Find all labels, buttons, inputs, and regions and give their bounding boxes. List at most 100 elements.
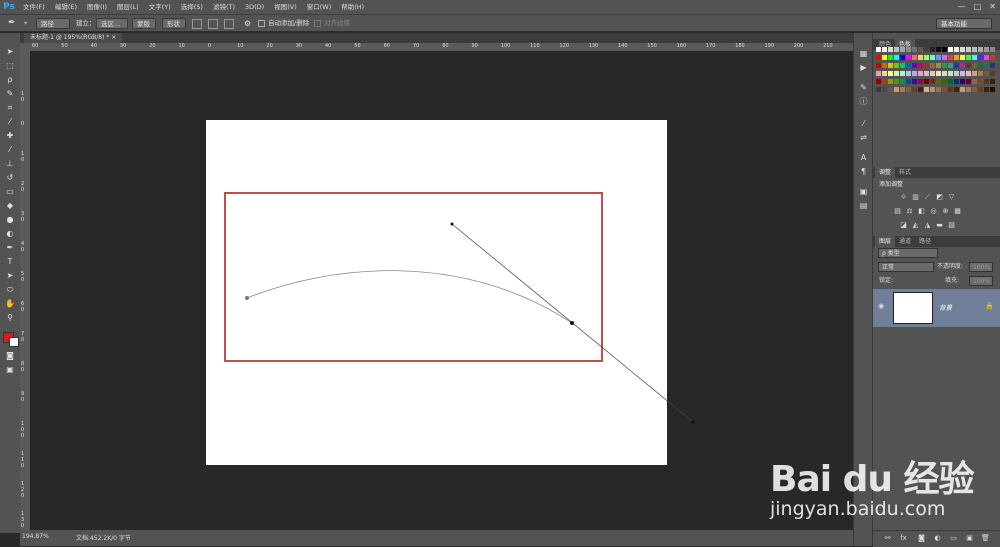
- color-swatch[interactable]: [882, 55, 887, 60]
- color-swatch[interactable]: [978, 55, 983, 60]
- color-swatch[interactable]: [954, 79, 959, 84]
- threshold-icon[interactable]: ◮: [923, 221, 932, 230]
- color-swatch[interactable]: [942, 87, 947, 92]
- color-swatch[interactable]: [906, 87, 911, 92]
- brightness-icon[interactable]: ☼: [899, 193, 908, 202]
- color-swatch[interactable]: [972, 63, 977, 68]
- color-swatch[interactable]: [894, 55, 899, 60]
- color-swatch[interactable]: [882, 47, 887, 52]
- color-swatch[interactable]: [972, 79, 977, 84]
- color-swatch[interactable]: [876, 71, 881, 76]
- color-swatch[interactable]: [960, 79, 965, 84]
- color-swatch[interactable]: [972, 87, 977, 92]
- color-swatch[interactable]: [894, 63, 899, 68]
- color-swatch[interactable]: [918, 63, 923, 68]
- color-swatch[interactable]: [912, 55, 917, 60]
- color-swatch[interactable]: [900, 63, 905, 68]
- color-swatch[interactable]: [966, 71, 971, 76]
- channel-mixer-icon[interactable]: ⊕: [941, 207, 950, 216]
- color-swatch[interactable]: [972, 47, 977, 52]
- color-swatch[interactable]: [876, 87, 881, 92]
- color-swatch[interactable]: [948, 79, 953, 84]
- color-swatch[interactable]: [990, 87, 995, 92]
- color-swatch[interactable]: [930, 87, 935, 92]
- layer-name[interactable]: 背景: [939, 302, 952, 312]
- color-swatch[interactable]: [888, 55, 893, 60]
- history-panel-icon[interactable]: ▦: [858, 49, 869, 59]
- anchor-point-start[interactable]: [245, 296, 249, 300]
- curves-icon[interactable]: ⟋: [923, 193, 932, 202]
- color-swatch[interactable]: [918, 87, 923, 92]
- color-swatch[interactable]: [882, 71, 887, 76]
- fill-field[interactable]: 100%: [969, 276, 993, 286]
- color-swatch[interactable]: [912, 79, 917, 84]
- color-swatch[interactable]: [918, 71, 923, 76]
- color-swatch[interactable]: [876, 47, 881, 52]
- color-swatch[interactable]: [894, 71, 899, 76]
- actions-panel-icon[interactable]: ▶: [858, 63, 869, 73]
- invert-icon[interactable]: ◪: [899, 221, 908, 230]
- color-swatch[interactable]: [888, 47, 893, 52]
- color-swatch[interactable]: [912, 63, 917, 68]
- color-swatch[interactable]: [966, 55, 971, 60]
- color-swatch[interactable]: [948, 63, 953, 68]
- color-swatch[interactable]: [942, 63, 947, 68]
- brush-panel-icon[interactable]: ⁄: [858, 119, 869, 129]
- color-swatch[interactable]: [960, 55, 965, 60]
- color-swatch[interactable]: [954, 55, 959, 60]
- color-swatch[interactable]: [936, 63, 941, 68]
- color-swatch[interactable]: [918, 55, 923, 60]
- color-swatch[interactable]: [912, 87, 917, 92]
- color-swatch[interactable]: [906, 47, 911, 52]
- color-swatch[interactable]: [942, 47, 947, 52]
- color-swatch[interactable]: [888, 87, 893, 92]
- color-swatch[interactable]: [882, 79, 887, 84]
- document-info[interactable]: 文档:452.2K/0 字节: [76, 533, 131, 542]
- vibrance-icon[interactable]: ▽: [947, 193, 956, 202]
- notes-panel-icon[interactable]: ▤: [858, 201, 869, 211]
- color-swatch[interactable]: [876, 63, 881, 68]
- tab-adjustments[interactable]: 调整: [875, 167, 896, 178]
- paragraph-panel-icon[interactable]: ¶: [858, 167, 869, 177]
- color-swatch[interactable]: [978, 47, 983, 52]
- color-swatch[interactable]: [924, 87, 929, 92]
- color-swatch[interactable]: [960, 47, 965, 52]
- color-swatch[interactable]: [900, 71, 905, 76]
- color-swatch[interactable]: [990, 79, 995, 84]
- exposure-icon[interactable]: ◩: [935, 193, 944, 202]
- color-swatch[interactable]: [972, 55, 977, 60]
- layer-filter-select[interactable]: ρ 类型: [878, 248, 938, 258]
- color-swatch[interactable]: [984, 63, 989, 68]
- tab-styles[interactable]: 样式: [895, 167, 915, 178]
- eye-icon[interactable]: ◉: [878, 302, 884, 310]
- color-lookup-icon[interactable]: ▦: [953, 207, 962, 216]
- photo-filter-icon[interactable]: ◎: [929, 207, 938, 216]
- color-swatch[interactable]: [930, 71, 935, 76]
- layer-row[interactable]: ◉ 背景 🔒: [873, 289, 1000, 327]
- color-swatch[interactable]: [876, 79, 881, 84]
- tab-layers[interactable]: 图层: [875, 236, 896, 247]
- color-swatch[interactable]: [900, 79, 905, 84]
- opacity-field[interactable]: 100%: [969, 262, 993, 272]
- color-swatch[interactable]: [966, 63, 971, 68]
- color-swatch[interactable]: [924, 63, 929, 68]
- selective-color-icon[interactable]: ▧: [947, 221, 956, 230]
- color-swatch[interactable]: [990, 63, 995, 68]
- color-swatch[interactable]: [978, 87, 983, 92]
- color-swatch[interactable]: [924, 47, 929, 52]
- color-swatch[interactable]: [918, 47, 923, 52]
- color-swatch[interactable]: [936, 55, 941, 60]
- tab-channels[interactable]: 通道: [895, 236, 915, 247]
- anchor-point-end[interactable]: [570, 321, 574, 325]
- color-swatch[interactable]: [984, 79, 989, 84]
- color-swatch[interactable]: [888, 71, 893, 76]
- color-swatch[interactable]: [900, 55, 905, 60]
- color-swatch[interactable]: [954, 71, 959, 76]
- color-swatch[interactable]: [990, 71, 995, 76]
- color-swatch[interactable]: [948, 71, 953, 76]
- color-swatch[interactable]: [936, 79, 941, 84]
- color-swatch[interactable]: [984, 71, 989, 76]
- color-swatch[interactable]: [990, 47, 995, 52]
- color-swatch[interactable]: [894, 79, 899, 84]
- color-swatch[interactable]: [918, 79, 923, 84]
